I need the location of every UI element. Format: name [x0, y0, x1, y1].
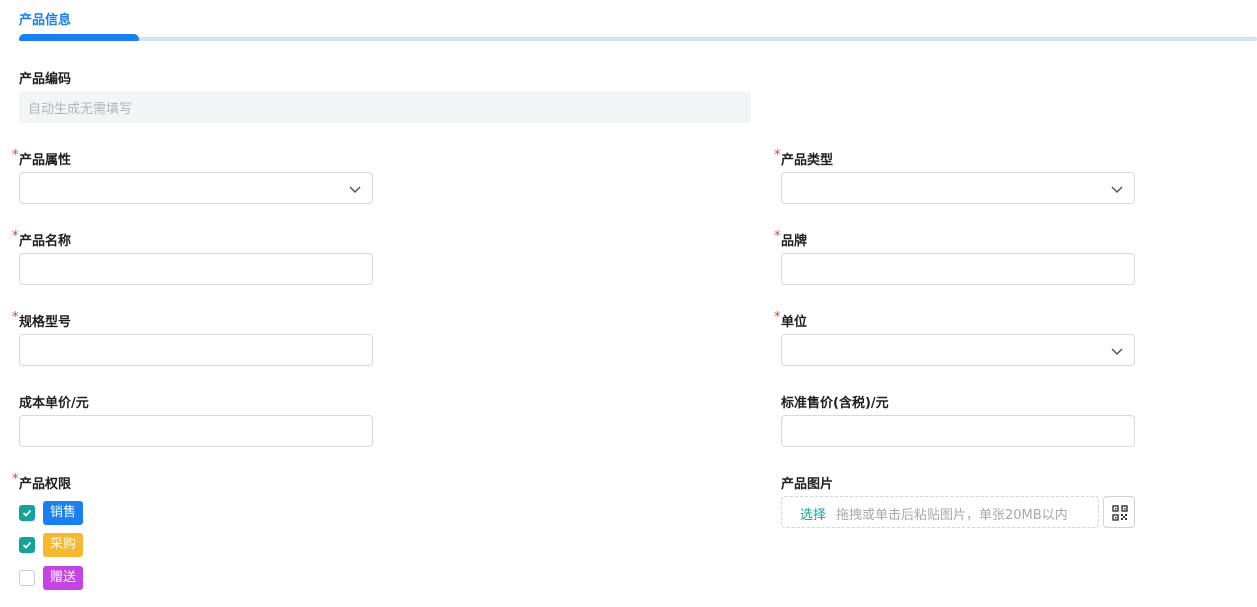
- product-name-label: * 产品名称: [12, 229, 72, 249]
- sales-tag: 销售: [43, 501, 84, 525]
- product-attribute-select[interactable]: [19, 172, 373, 204]
- tab-product-info[interactable]: 产品信息: [19, 9, 71, 28]
- tab-active-indicator: [19, 34, 139, 41]
- tab-header: 产品信息: [0, 0, 1257, 44]
- permission-gift-option[interactable]: 赠送: [19, 566, 139, 590]
- chevron-down-icon: [1111, 186, 1123, 194]
- required-mark: *: [12, 472, 19, 487]
- sales-checkbox[interactable]: [19, 505, 35, 521]
- qr-code-icon: [1112, 505, 1128, 521]
- unit-select[interactable]: [781, 334, 1135, 366]
- tab-track: [19, 37, 1257, 41]
- sale-price-label: 标准售价(含税)/元: [781, 396, 889, 411]
- product-attribute-label: * 产品属性: [12, 148, 72, 168]
- purchase-tag: 采购: [43, 533, 84, 557]
- image-upload-hint: 拖拽或单击后粘贴图片，单张20MB以内: [836, 508, 1068, 523]
- cost-price-label: 成本单价/元: [19, 396, 89, 411]
- product-name-input[interactable]: [19, 253, 373, 285]
- image-select-button[interactable]: 选择: [800, 504, 826, 523]
- spec-model-label: * 规格型号: [12, 310, 72, 330]
- required-mark: *: [774, 229, 781, 244]
- unit-label: * 单位: [774, 310, 808, 330]
- product-image-label: 产品图片: [781, 477, 834, 492]
- product-type-label: * 产品类型: [774, 148, 834, 168]
- chevron-down-icon: [349, 186, 361, 194]
- permission-sales-option[interactable]: 销售: [19, 501, 139, 525]
- sale-price-input[interactable]: [781, 415, 1135, 447]
- product-permission-label: * 产品权限: [12, 472, 72, 492]
- brand-input[interactable]: [781, 253, 1135, 285]
- required-mark: *: [12, 148, 19, 163]
- chevron-down-icon: [1111, 348, 1123, 356]
- image-upload-dropzone[interactable]: 选择 拖拽或单击后粘贴图片，单张20MB以内: [781, 496, 1099, 528]
- qr-upload-button[interactable]: [1103, 496, 1135, 528]
- check-icon: [22, 541, 32, 549]
- required-mark: *: [12, 310, 19, 325]
- required-mark: *: [12, 229, 19, 244]
- required-mark: *: [774, 148, 781, 163]
- product-code-label: 产品编码: [19, 72, 72, 87]
- check-icon: [22, 509, 32, 517]
- spec-model-input[interactable]: [19, 334, 373, 366]
- gift-checkbox[interactable]: [19, 570, 35, 586]
- product-code-field: 自动生成无需填写: [19, 91, 751, 123]
- product-type-select[interactable]: [781, 172, 1135, 204]
- gift-tag: 赠送: [43, 566, 84, 590]
- cost-price-input[interactable]: [19, 415, 373, 447]
- purchase-checkbox[interactable]: [19, 537, 35, 553]
- product-code-value: 自动生成无需填写: [28, 102, 133, 117]
- permission-purchase-option[interactable]: 采购: [19, 533, 139, 557]
- required-mark: *: [774, 310, 781, 325]
- brand-label: * 品牌: [774, 229, 808, 249]
